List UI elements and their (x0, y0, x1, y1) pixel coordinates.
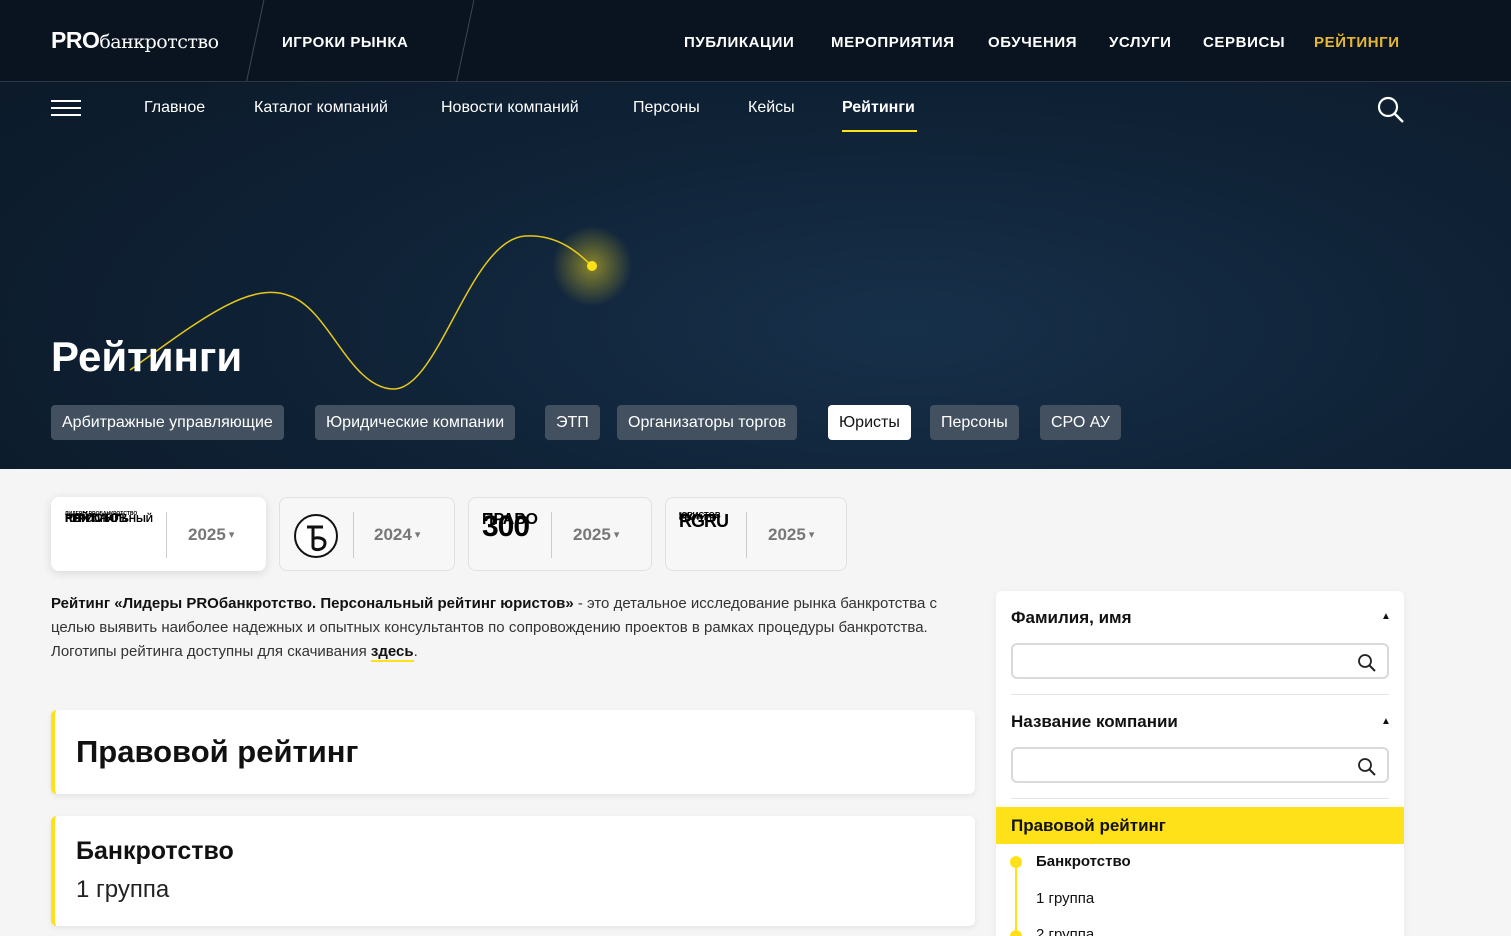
nav-group-2[interactable]: 2 группа (1036, 926, 1094, 936)
name-filter-label: Фамилия, имя (1011, 608, 1132, 627)
market-players-link[interactable]: ИГРОКИ РЫНКА (282, 34, 408, 51)
chip-arbitration-managers[interactable]: Арбитражные управляющие (51, 405, 284, 440)
group-label: 1 группа (76, 876, 170, 903)
rating-card-kommersant[interactable]: 2024 (279, 497, 455, 571)
search-icon[interactable] (1357, 757, 1377, 777)
nav-services[interactable]: УСЛУГИ (1109, 34, 1172, 51)
timeline-line (1015, 861, 1017, 936)
name-search-field[interactable] (1011, 643, 1389, 679)
nav-bankruptcy[interactable]: Банкротство (1036, 853, 1131, 870)
divider (456, 0, 475, 82)
active-underline (842, 130, 917, 132)
kommersant-logo-icon (294, 514, 338, 558)
download-logos-link[interactable]: здесь (370, 643, 414, 662)
rating-card-personal[interactable]: ЛИДЕРЫ PROБАНКРОТСТВО ПЕРСОНАЛЬНЫЙ РЕЙТИ… (51, 497, 266, 571)
year-select[interactable]: 2025 (573, 525, 619, 545)
chip-etp[interactable]: ЭТП (545, 405, 600, 440)
nav-group-1[interactable]: 1 группа (1036, 890, 1094, 907)
divider (1011, 798, 1389, 799)
nav-publications[interactable]: ПУБЛИКАЦИИ (684, 34, 794, 51)
timeline-dot (1010, 856, 1022, 868)
page-title: Рейтинги (51, 333, 243, 380)
subnav-cases[interactable]: Кейсы (748, 99, 795, 117)
subnav-persons[interactable]: Персоны (633, 99, 700, 117)
rating-card-rgru[interactable]: RGRU РЕЙТИНГ ЮРИСТОВ И ИХ КОМПАНИЙ 2025 (665, 497, 847, 571)
nav-tools[interactable]: СЕРВИСЫ (1203, 34, 1285, 51)
section-bankruptcy: Банкротство 1 группа (51, 816, 975, 926)
section-legal-rating: Правовой рейтинг (51, 710, 975, 794)
company-search-input[interactable] (1021, 749, 1351, 781)
company-filter-label: Название компании (1011, 712, 1178, 731)
section-title: Правовой рейтинг (76, 734, 359, 769)
subnav-catalog[interactable]: Каталог компаний (254, 99, 388, 117)
timeline-dot (1010, 930, 1022, 936)
hero: PROбанкротство ИГРОКИ РЫНКА ПУБЛИКАЦИИ М… (0, 0, 1511, 469)
chip-lawyers[interactable]: Юристы (828, 405, 911, 440)
collapse-arrow-icon[interactable]: ▲ (1381, 716, 1391, 727)
subnav-company-news[interactable]: Новости компаний (441, 99, 579, 117)
rating-description: Рейтинг «Лидеры PROбанкротство. Персонал… (51, 595, 937, 662)
nav-education[interactable]: ОБУЧЕНИЯ (988, 34, 1077, 51)
filter-sidebar: Фамилия, имя ▲ Название компании ▲ Право… (996, 591, 1404, 936)
nav-ratings[interactable]: РЕЙТИНГИ (1314, 34, 1400, 51)
top-bar: PROбанкротство ИГРОКИ РЫНКА ПУБЛИКАЦИИ М… (0, 0, 1511, 82)
name-search-input[interactable] (1021, 645, 1351, 677)
search-icon[interactable] (1357, 653, 1377, 673)
nav-legal-rating[interactable]: Правовой рейтинг (996, 807, 1404, 844)
chip-auction-organizers[interactable]: Организаторы торгов (617, 405, 798, 440)
nav-events[interactable]: МЕРОПРИЯТИЯ (831, 34, 955, 51)
site-logo[interactable]: PROбанкротство (51, 27, 219, 54)
subnav-main[interactable]: Главное (144, 99, 205, 117)
year-select[interactable]: 2024 (374, 525, 420, 545)
hamburger-menu-icon[interactable] (51, 100, 81, 118)
collapse-arrow-icon[interactable]: ▲ (1381, 611, 1391, 622)
hero-curve-decoration (129, 226, 632, 390)
chip-persons[interactable]: Персоны (930, 405, 1019, 440)
company-search-field[interactable] (1011, 747, 1389, 783)
year-select[interactable]: 2025 (768, 525, 814, 545)
rating-card-pravo300[interactable]: ПРАВО 300 2025 (468, 497, 652, 571)
subsection-title: Банкротство (76, 837, 234, 865)
search-icon[interactable] (1376, 95, 1406, 125)
subnav-ratings[interactable]: Рейтинги (842, 99, 915, 117)
year-select[interactable]: 2025 (188, 525, 234, 545)
chip-law-firms[interactable]: Юридические компании (315, 405, 516, 440)
divider (246, 0, 265, 82)
chip-sro-au[interactable]: СРО АУ (1040, 405, 1121, 440)
divider (1011, 694, 1389, 695)
